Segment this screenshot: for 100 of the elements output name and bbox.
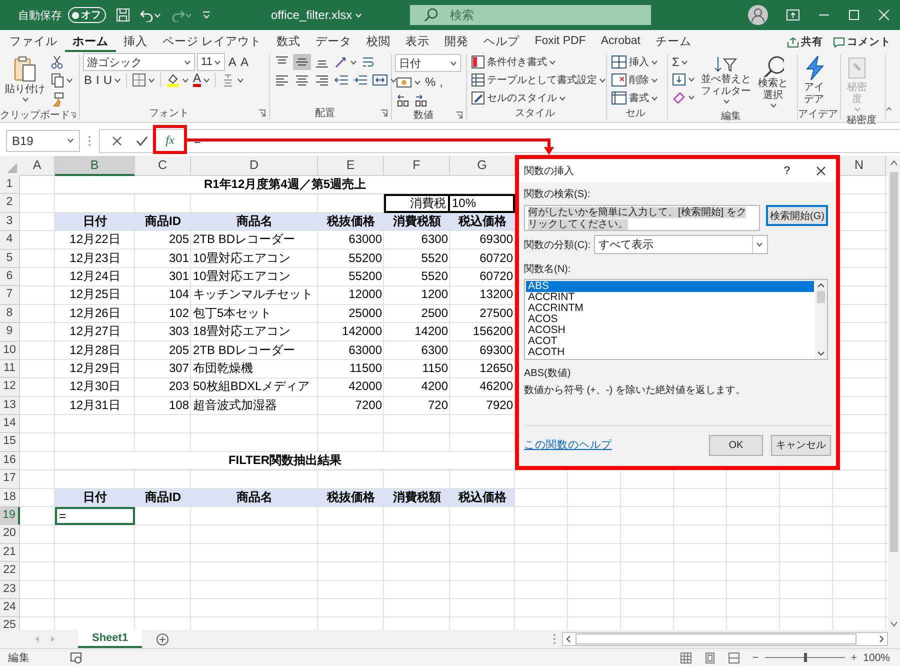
list-item[interactable]: ACOS — [526, 314, 814, 325]
row-header[interactable]: 5 — [0, 250, 20, 268]
horizontal-scrollbar[interactable] — [562, 632, 888, 646]
list-item[interactable]: ACOTH — [526, 347, 814, 358]
copy-button[interactable] — [50, 72, 74, 89]
row-header[interactable]: 17 — [0, 470, 20, 489]
list-item[interactable]: ABS — [526, 281, 814, 292]
new-sheet-icon[interactable] — [156, 632, 170, 646]
function-list[interactable]: ABS ACCRINT ACCRINTM ACOS ACOSH ACOT ACOTH — [524, 279, 828, 360]
row-header[interactable]: 23 — [0, 580, 20, 599]
cell-styles-button[interactable]: セルのスタイル — [470, 90, 607, 106]
font-name-dropdown[interactable]: 游ゴシック — [83, 53, 195, 71]
ribbon-tab[interactable]: 開発 — [437, 32, 476, 52]
row-header[interactable]: 10 — [0, 342, 20, 360]
collapse-ribbon-icon[interactable] — [886, 106, 892, 112]
column-header[interactable]: C — [135, 156, 191, 176]
help-button[interactable]: ? — [784, 165, 790, 177]
ideas-button[interactable]: アイ デア — [801, 54, 827, 107]
conditional-formatting-button[interactable]: 条件付き書式 — [470, 54, 607, 70]
close-icon[interactable] — [816, 166, 826, 176]
file-name[interactable]: office_filter.xlsx — [269, 8, 364, 22]
name-box[interactable]: B19 — [6, 130, 80, 152]
increase-decimal-button[interactable] — [395, 92, 411, 108]
find-select-button[interactable]: 検索と 選択 — [756, 54, 790, 109]
maximize-icon[interactable] — [848, 9, 860, 21]
column-header[interactable]: E — [318, 156, 384, 176]
comment-button[interactable]: コメント — [832, 32, 892, 52]
ok-button[interactable]: OK — [709, 434, 763, 456]
list-item[interactable]: ACCRINTM — [526, 303, 814, 314]
autosum-button[interactable]: Σ — [671, 54, 696, 70]
percent-button[interactable]: % — [424, 74, 437, 90]
row-header[interactable]: 11 — [0, 360, 20, 378]
column-header[interactable]: B — [55, 156, 135, 176]
cancel-button[interactable]: キャンセル — [771, 434, 831, 456]
row-header[interactable]: 21 — [0, 544, 20, 562]
search-button[interactable]: 検索開始(G) — [766, 205, 828, 226]
number-format-dropdown[interactable]: 日付 — [395, 54, 461, 72]
row-header[interactable]: 15 — [0, 433, 20, 452]
ribbon-tab[interactable]: ヘルプ — [476, 32, 528, 52]
ribbon-display-icon[interactable] — [786, 9, 800, 21]
ribbon-tab[interactable]: チーム — [648, 32, 699, 52]
cancel-icon[interactable] — [112, 136, 122, 146]
search-field[interactable]: 検索 — [410, 5, 652, 25]
row-header[interactable]: 4 — [0, 231, 20, 250]
font-size-dropdown[interactable]: 11 — [197, 53, 226, 71]
dialog-launcher-icon[interactable] — [380, 109, 388, 117]
italic-button[interactable]: I — [95, 72, 100, 88]
ribbon-tab[interactable]: Acrobat — [593, 32, 648, 52]
account-avatar-icon[interactable] — [748, 5, 768, 25]
grow-font-button[interactable]: A — [227, 54, 238, 70]
comma-button[interactable]: , — [438, 74, 444, 90]
list-item[interactable]: ACOSH — [526, 325, 814, 336]
row-header[interactable]: 20 — [0, 525, 20, 544]
fill-color-button[interactable] — [165, 72, 190, 88]
page-break-view-icon[interactable] — [728, 652, 740, 664]
paste-button[interactable]: 貼り付け — [3, 54, 47, 103]
zoom-level[interactable]: 100% — [863, 652, 890, 664]
search-input[interactable]: 何がしたいかを簡単に入力して、[検索開始] をクリックしてください。 — [524, 205, 760, 231]
ribbon-tab[interactable]: 挿入 — [116, 32, 155, 52]
column-header[interactable]: G — [450, 156, 515, 176]
row-header[interactable]: 7 — [0, 286, 20, 305]
column-header[interactable]: F — [384, 156, 450, 176]
underline-button[interactable]: U — [102, 72, 122, 88]
row-header[interactable]: 16 — [0, 452, 20, 470]
row-header[interactable]: 14 — [0, 415, 20, 434]
format-as-table-button[interactable]: テーブルとして書式設定 — [470, 72, 607, 88]
row-header[interactable]: 12 — [0, 378, 20, 397]
row-header[interactable]: 9 — [0, 323, 20, 342]
row-header[interactable]: 2 — [0, 194, 20, 213]
ribbon-tab[interactable]: ファイル — [2, 32, 65, 52]
active-cell[interactable]: = — [55, 507, 135, 526]
borders-button[interactable] — [131, 72, 156, 88]
row-header[interactable]: 19 — [0, 507, 20, 526]
dialog-launcher-icon[interactable] — [455, 111, 463, 119]
shrink-font-button[interactable]: A — [239, 54, 250, 70]
fill-button[interactable] — [671, 72, 696, 87]
sort-filter-button[interactable]: 並べ替えと フィルター — [699, 54, 753, 105]
vertical-align-button[interactable] — [293, 54, 311, 70]
ribbon-tab[interactable]: 数式 — [269, 32, 308, 52]
zoom-slider-thumb[interactable] — [804, 653, 807, 662]
merge-button[interactable] — [371, 72, 398, 88]
format-cells-button[interactable]: 書式 — [610, 90, 659, 106]
checkmark-icon[interactable] — [136, 136, 148, 146]
row-header[interactable]: 24 — [0, 598, 20, 618]
bold-button[interactable]: B — [83, 72, 94, 88]
ribbon-tab[interactable]: データ — [308, 32, 360, 52]
delete-cells-button[interactable]: 削除 — [610, 72, 659, 88]
customize-icon[interactable] — [202, 11, 211, 19]
column-header[interactable]: D — [191, 156, 318, 176]
ribbon-tab[interactable]: Foxit PDF — [527, 32, 594, 52]
undo-icon[interactable] — [140, 8, 154, 22]
help-link[interactable]: この関数のヘルプ — [524, 438, 709, 452]
share-button[interactable]: 共有 — [786, 32, 824, 52]
ribbon-tab[interactable]: 表示 — [398, 32, 438, 52]
dialog-launcher-icon[interactable] — [258, 109, 266, 117]
dialog-launcher-icon[interactable] — [70, 111, 76, 119]
normal-view-icon[interactable] — [680, 652, 692, 664]
zoom-in-button[interactable]: + — [850, 652, 858, 664]
insert-function-button[interactable]: fx — [162, 133, 178, 148]
row-header[interactable]: 18 — [0, 488, 20, 508]
